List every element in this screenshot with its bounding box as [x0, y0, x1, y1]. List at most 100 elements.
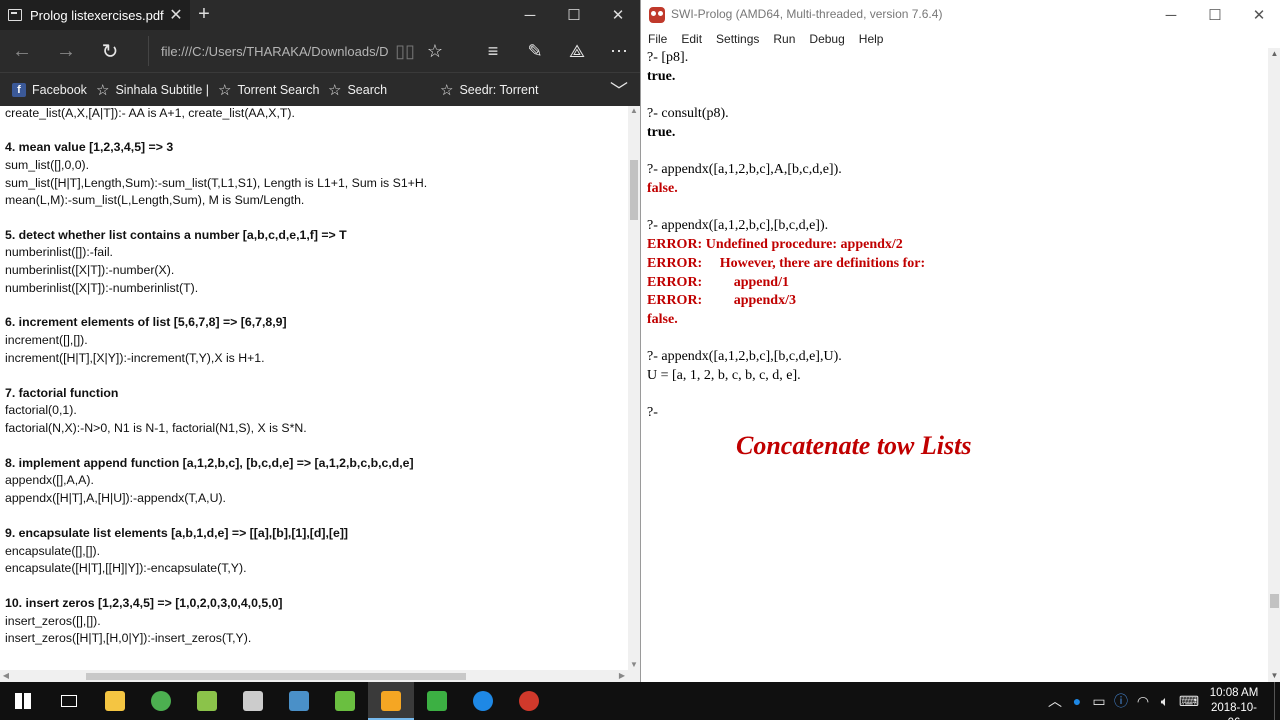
maximize-button[interactable]: ☐: [552, 0, 596, 30]
pdf-content: create_list(A,X,[A|T]):- AA is A+1, crea…: [0, 106, 628, 670]
taskbar-app-button[interactable]: [276, 682, 322, 720]
exercise-heading: 4. mean value [1,2,3,4,5] => 3: [5, 140, 174, 154]
clock[interactable]: 10:08 AM 2018-10-06: [1206, 686, 1262, 720]
code-line: increment([],[]).: [5, 333, 88, 347]
code-line: numberinlist([]):-fail.: [5, 245, 113, 259]
language-icon[interactable]: ⌨: [1178, 682, 1200, 720]
clock-time: 10:08 AM: [1209, 687, 1259, 699]
console-vertical-scrollbar[interactable]: ▲ ▼: [1268, 48, 1280, 682]
star-icon: ☆: [96, 82, 110, 99]
code-line: insert_zeros([],[]).: [5, 614, 101, 628]
clover-icon: [427, 691, 447, 711]
menu-help[interactable]: Help: [859, 32, 884, 46]
show-desktop-button[interactable]: [1274, 682, 1280, 720]
taskbar-app-button[interactable]: [322, 682, 368, 720]
app-icon: [335, 691, 355, 711]
favorite-torrent-search[interactable]: ☆ Torrent Search: [218, 73, 319, 107]
swi-prolog-window: SWI-Prolog (AMD64, Multi-threaded, versi…: [640, 0, 1280, 682]
scroll-thumb[interactable]: [86, 673, 466, 680]
prolog-console[interactable]: Concatenate tow Lists ?- [p8]. true. ?- co…: [641, 48, 1268, 682]
media-player-icon: [381, 691, 401, 711]
windows-start-icon: [15, 693, 31, 709]
menu-settings[interactable]: Settings: [716, 32, 759, 46]
swi-prolog-icon: [519, 691, 539, 711]
exercise-heading: 8. implement append function [a,1,2,b,c]…: [5, 456, 414, 470]
scroll-down-icon[interactable]: ▼: [1268, 670, 1280, 682]
tab-pdf[interactable]: Prolog listexercises.pdf ✕: [0, 0, 190, 30]
close-window-button[interactable]: ✕: [596, 0, 640, 30]
maximize-button[interactable]: ☐: [1193, 0, 1237, 30]
console-line: ?- consult(p8).: [647, 106, 729, 121]
tray-app-icon[interactable]: ●: [1066, 682, 1088, 720]
refresh-button[interactable]: ↻: [88, 30, 132, 72]
console-line: ?- appendx([a,1,2,b,c],[b,c,d,e]).: [647, 218, 829, 233]
scroll-down-icon[interactable]: ▼: [628, 660, 640, 670]
favorite-search[interactable]: ☆ Search: [328, 73, 387, 107]
wifi-icon[interactable]: ◠: [1132, 682, 1154, 720]
exercise-heading: 6. increment elements of list [5,6,7,8] …: [5, 315, 287, 329]
prolog-titlebar: SWI-Prolog (AMD64, Multi-threaded, versi…: [641, 0, 1280, 30]
taskbar: ︿ ● ▭ ⓘ ◠ 🔈︎ ⌨ 10:08 AM 2018-10-06: [0, 682, 1280, 720]
facebook-icon: f: [12, 83, 26, 97]
battery-icon[interactable]: ▭: [1088, 682, 1110, 720]
app-icon: [197, 691, 217, 711]
hub-icon[interactable]: ≡: [474, 30, 512, 72]
favorite-seedr[interactable]: ☆ Seedr: Torrent: [440, 73, 538, 107]
back-button[interactable]: ←: [0, 30, 44, 72]
exercise-heading: 5. detect whether list contains a number…: [5, 228, 347, 242]
taskbar-file-explorer-button[interactable]: [92, 682, 138, 720]
caption-text: Concatenate tow Lists: [736, 431, 972, 460]
info-icon[interactable]: ⓘ: [1110, 682, 1132, 720]
minimize-button[interactable]: ─: [1149, 0, 1193, 30]
console-error-line: ERROR: appendx/3: [647, 293, 796, 308]
pdf-horizontal-scrollbar[interactable]: ◀ ▶: [0, 670, 640, 682]
chevron-down-icon[interactable]: ﹀: [610, 73, 628, 107]
console-line: U = [a, 1, 2, b, c, b, c, d, e].: [647, 368, 801, 383]
taskbar-clover-button[interactable]: [414, 682, 460, 720]
web-note-icon[interactable]: ✎: [516, 30, 554, 72]
taskbar-media-player-button[interactable]: [368, 682, 414, 720]
menu-run[interactable]: Run: [773, 32, 795, 46]
scroll-right-icon[interactable]: ▶: [616, 670, 628, 682]
forward-button[interactable]: →: [44, 30, 88, 72]
scroll-thumb[interactable]: [630, 160, 638, 220]
file-explorer-icon: [105, 691, 125, 711]
taskbar-task-view-button[interactable]: [46, 682, 92, 720]
favorites-bar: f Facebook ☆ Sinhala Subtitle | ☆ Torren…: [0, 72, 640, 106]
share-icon[interactable]: ⟁: [558, 30, 596, 72]
scroll-up-icon[interactable]: ▲: [628, 106, 640, 116]
menu-debug[interactable]: Debug: [809, 32, 844, 46]
menu-file[interactable]: File: [648, 32, 667, 46]
tray-expand-icon[interactable]: ︿: [1044, 682, 1066, 720]
menu-edit[interactable]: Edit: [681, 32, 702, 46]
code-line: sum_list([H|T],Length,Sum):-sum_list(T,L…: [5, 176, 428, 190]
scroll-thumb[interactable]: [1270, 594, 1279, 608]
code-line: appendx([H|T],A,[H|U]):-appendx(T,A,U).: [5, 491, 226, 505]
volume-icon[interactable]: 🔈︎: [1154, 682, 1176, 720]
star-icon: ☆: [328, 82, 342, 99]
taskbar-swi-prolog-button[interactable]: [506, 682, 552, 720]
favorite-sinhala-subtitle[interactable]: ☆ Sinhala Subtitle |: [96, 73, 209, 107]
address-bar[interactable]: file:///C:/Users/THARAKA/Downloads/Dc: [148, 36, 388, 66]
minimize-button[interactable]: ─: [508, 0, 552, 30]
more-icon[interactable]: ⋯: [600, 30, 638, 72]
scroll-left-icon[interactable]: ◀: [0, 670, 12, 682]
taskbar-windows-start-button[interactable]: [0, 682, 46, 720]
pdf-vertical-scrollbar[interactable]: ▲ ▼: [628, 106, 640, 670]
scroll-up-icon[interactable]: ▲: [1268, 48, 1280, 60]
code-line: factorial(N,X):-N>0, N1 is N-1, factoria…: [5, 421, 307, 435]
close-window-button[interactable]: ✕: [1237, 0, 1280, 30]
code-line: insert_zeros([H|T],[H,0|Y]):-insert_zero…: [5, 631, 252, 645]
tab-close-icon[interactable]: ✕: [166, 5, 186, 25]
taskbar-app-button[interactable]: [184, 682, 230, 720]
favorite-star-icon[interactable]: ☆: [416, 30, 454, 72]
code-line: encapsulate([],[]).: [5, 544, 101, 558]
tab-page-icon: [8, 9, 22, 21]
exercise-heading: 7. factorial function: [5, 386, 119, 400]
taskbar-chrome-button[interactable]: [138, 682, 184, 720]
new-tab-button[interactable]: +: [196, 4, 212, 24]
taskbar-app-button[interactable]: [230, 682, 276, 720]
taskbar-edge-button[interactable]: [460, 682, 506, 720]
favorite-facebook[interactable]: f Facebook: [12, 73, 87, 107]
console-line: true.: [647, 69, 676, 84]
